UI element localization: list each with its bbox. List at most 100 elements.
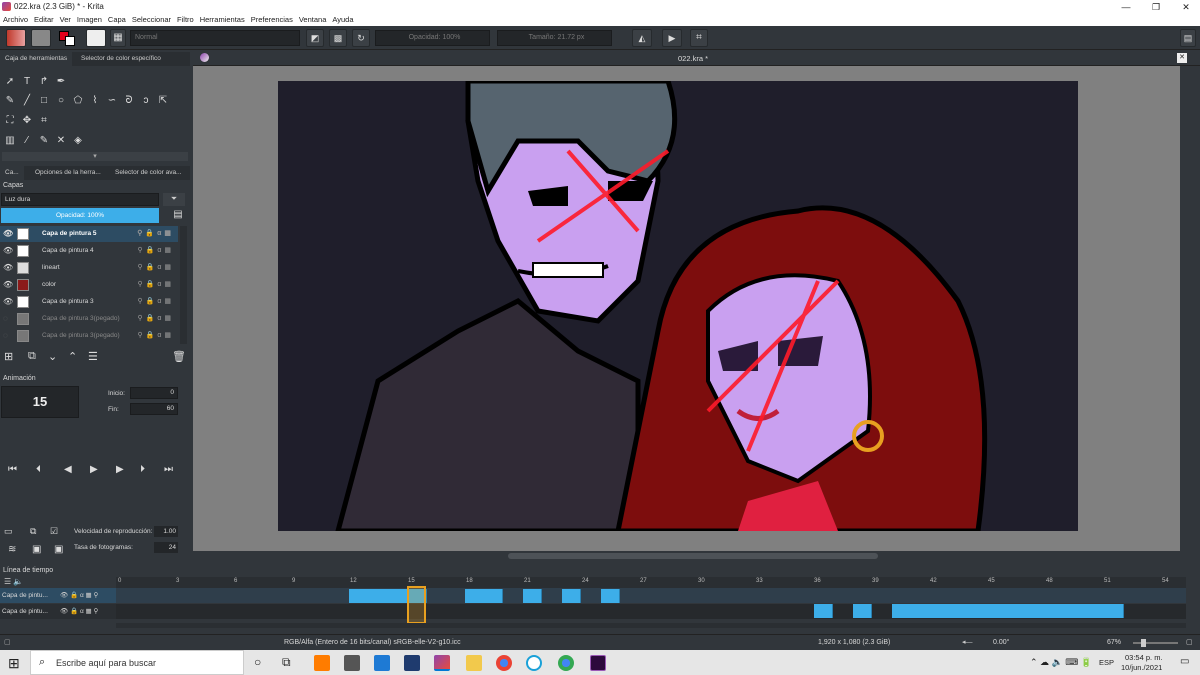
frame-ruler[interactable] bbox=[116, 577, 1186, 588]
mirror-horizontal-icon[interactable]: ◭ bbox=[632, 29, 652, 47]
blend-mode-select[interactable]: Normal bbox=[130, 30, 300, 46]
add-layer-icon[interactable]: ⊞ bbox=[4, 350, 13, 363]
layer-flags-icon[interactable]: ⚲🔒α▦ bbox=[137, 226, 174, 242]
krita-taskbar-icon[interactable] bbox=[434, 655, 450, 671]
layer-flags-icon[interactable]: ⚲🔒α▦ bbox=[137, 294, 174, 310]
layer-flags-icon[interactable]: ⚲🔒α▦ bbox=[137, 311, 174, 327]
eye-icon[interactable]: 👁 bbox=[3, 294, 13, 310]
close-button[interactable]: ✕ bbox=[1172, 0, 1200, 14]
current-frame-field[interactable]: 15 bbox=[1, 386, 79, 418]
chrome-profile-icon[interactable] bbox=[558, 655, 574, 671]
illustrator-icon[interactable] bbox=[314, 655, 330, 671]
wrap-around-icon[interactable]: ⌗ bbox=[690, 29, 708, 47]
canvas-artwork[interactable] bbox=[278, 81, 1078, 531]
wacom-icon[interactable] bbox=[526, 655, 542, 671]
rectangle-tool-icon[interactable]: □ bbox=[36, 93, 52, 109]
selection-icon[interactable]: ▢ bbox=[4, 635, 11, 650]
menu-imagen[interactable]: Imagen bbox=[74, 14, 105, 24]
layer-row[interactable]: ◌ Capa de pintura 3(pegado) ⚲🔒α▦ bbox=[0, 311, 178, 327]
tab-specific-color-selector[interactable]: Selector de color específico bbox=[76, 52, 166, 66]
calligraphy-icon[interactable]: ✒ bbox=[53, 74, 69, 90]
ellipse-tool-icon[interactable]: ○ bbox=[53, 93, 69, 109]
gradient-tool-icon[interactable]: ▥ bbox=[2, 133, 18, 149]
fg-bg-color-button[interactable] bbox=[57, 29, 79, 47]
multibrush-icon[interactable]: ⇱ bbox=[155, 93, 171, 109]
chrome-icon[interactable] bbox=[496, 655, 512, 671]
pattern-button[interactable] bbox=[31, 29, 51, 47]
audio-icon[interactable]: ≋ bbox=[8, 544, 16, 555]
layer-flags-icon[interactable]: ⚲🔒α▦ bbox=[137, 243, 174, 259]
timeline-scrollbar[interactable] bbox=[116, 623, 1186, 628]
eye-icon[interactable]: 👁 bbox=[3, 260, 13, 276]
maximize-button[interactable]: ❐ bbox=[1142, 0, 1170, 14]
notifications-icon[interactable]: ▭ bbox=[1180, 656, 1189, 667]
smart-patch-icon[interactable]: ✎ bbox=[36, 133, 52, 149]
size-slider[interactable]: Tamaño: 21.72 px bbox=[497, 30, 612, 46]
windows-start-icon[interactable]: ⊞ bbox=[8, 655, 20, 672]
menu-herramientas[interactable]: Herramientas bbox=[197, 14, 248, 24]
crop-tool-icon[interactable]: ⌗ bbox=[36, 113, 52, 129]
line-tool-icon[interactable]: ╱ bbox=[19, 93, 35, 109]
toolbox-collapse-icon[interactable]: ▾ bbox=[2, 152, 188, 161]
hidden-eye-icon[interactable]: ◌ bbox=[3, 311, 13, 327]
canvas-viewport[interactable] bbox=[193, 66, 1190, 551]
mirror-vertical-icon[interactable]: ▶ bbox=[662, 29, 682, 47]
duplicate-layer-icon[interactable]: ⧉ bbox=[28, 350, 36, 363]
tab-layers[interactable]: Ca... bbox=[0, 166, 24, 180]
move-up-icon[interactable]: ⌃ bbox=[68, 350, 77, 363]
menu-capa[interactable]: Capa bbox=[105, 14, 129, 24]
tab-toolbox[interactable]: Caja de herramientas bbox=[0, 52, 73, 66]
layer-opacity-slider[interactable]: Opacidad: 100% bbox=[1, 208, 159, 223]
edit-shapes-icon[interactable]: ↱ bbox=[36, 74, 52, 90]
hidden-eye-icon[interactable]: ◌ bbox=[3, 328, 13, 344]
menu-ver[interactable]: Ver bbox=[57, 14, 74, 24]
timeline-track-header[interactable]: Capa de pintu... 👁 🔒 α ▦ ⚲ bbox=[0, 588, 116, 603]
task-view-icon[interactable]: ⧉ bbox=[282, 655, 291, 670]
eye-icon[interactable]: 👁 bbox=[3, 243, 13, 259]
brush-tool-icon[interactable]: ✎ bbox=[2, 93, 18, 109]
frame-props-icon[interactable]: ☑ bbox=[50, 526, 58, 537]
polyline-tool-icon[interactable]: ⌇ bbox=[87, 93, 103, 109]
fps-field[interactable]: 24 bbox=[154, 542, 178, 553]
layer-row[interactable]: 👁 color ⚲🔒α▦ bbox=[0, 277, 178, 293]
eraser-icon[interactable]: ◩ bbox=[306, 29, 324, 47]
layer-flags-icon[interactable]: ⚲🔒α▦ bbox=[137, 277, 174, 293]
horizontal-scrollbar[interactable] bbox=[193, 551, 1200, 561]
layers-scrollbar[interactable] bbox=[180, 226, 187, 344]
frame-register-icon[interactable]: ▣ bbox=[54, 544, 63, 555]
timeline-menu-icon[interactable]: ☰ 🔈 bbox=[4, 577, 23, 586]
layer-row[interactable]: 👁 lineart ⚲🔒α▦ bbox=[0, 260, 178, 276]
language-indicator[interactable]: ESP bbox=[1099, 658, 1114, 667]
tab-advanced-color-selector[interactable]: Selector de color ava... bbox=[110, 166, 186, 180]
first-frame-icon[interactable]: ⏮ bbox=[8, 464, 17, 475]
menu-archivo[interactable]: Archivo bbox=[0, 14, 31, 24]
layer-flags-icon[interactable]: ⚲🔒α▦ bbox=[137, 328, 174, 344]
vertical-scrollbar[interactable] bbox=[1180, 66, 1190, 551]
move-tool-icon[interactable]: ✥ bbox=[19, 113, 35, 129]
search-box[interactable]: ⌕ Escribe aquí para buscar bbox=[30, 650, 244, 675]
tab-tool-options[interactable]: Opciones de la herra... bbox=[30, 166, 106, 180]
prev-frame-icon[interactable]: ◀ bbox=[64, 464, 72, 475]
menu-seleccionar[interactable]: Seleccionar bbox=[129, 14, 174, 24]
prev-keyframe-icon[interactable]: ⏴ bbox=[36, 464, 41, 475]
menu-editar[interactable]: Editar bbox=[31, 14, 57, 24]
clock-date[interactable]: 10/jun./2021 bbox=[1121, 663, 1162, 672]
color-picker-icon[interactable]: ⁄ bbox=[19, 133, 35, 149]
eye-icon[interactable]: 👁 bbox=[3, 226, 13, 242]
layer-row[interactable]: 👁 Capa de pintura 5 ⚲🔒α▦ bbox=[0, 226, 178, 242]
menu-ayuda[interactable]: Ayuda bbox=[329, 14, 356, 24]
speed-field[interactable]: 1.00 bbox=[154, 526, 178, 537]
layer-row[interactable]: 👁 Capa de pintura 4 ⚲🔒α▦ bbox=[0, 243, 178, 259]
menu-preferencias[interactable]: Preferencias bbox=[248, 14, 296, 24]
layer-properties-icon[interactable]: ☰ bbox=[88, 350, 98, 363]
end-frame-field[interactable]: 60 bbox=[130, 403, 178, 415]
move-down-icon[interactable]: ⌄ bbox=[48, 350, 57, 363]
filter-icon[interactable]: ⏷ bbox=[163, 193, 185, 206]
select-shapes-icon[interactable]: ➚ bbox=[2, 74, 18, 90]
fill-tool-icon[interactable]: ◈ bbox=[70, 133, 86, 149]
playhead-frame[interactable] bbox=[407, 586, 426, 624]
last-frame-icon[interactable]: ⏭ bbox=[164, 464, 173, 475]
copy-frame-icon[interactable]: ⧉ bbox=[30, 526, 36, 537]
text-tool-icon[interactable]: T bbox=[19, 74, 35, 90]
next-keyframe-icon[interactable]: ⏵ bbox=[140, 464, 145, 475]
